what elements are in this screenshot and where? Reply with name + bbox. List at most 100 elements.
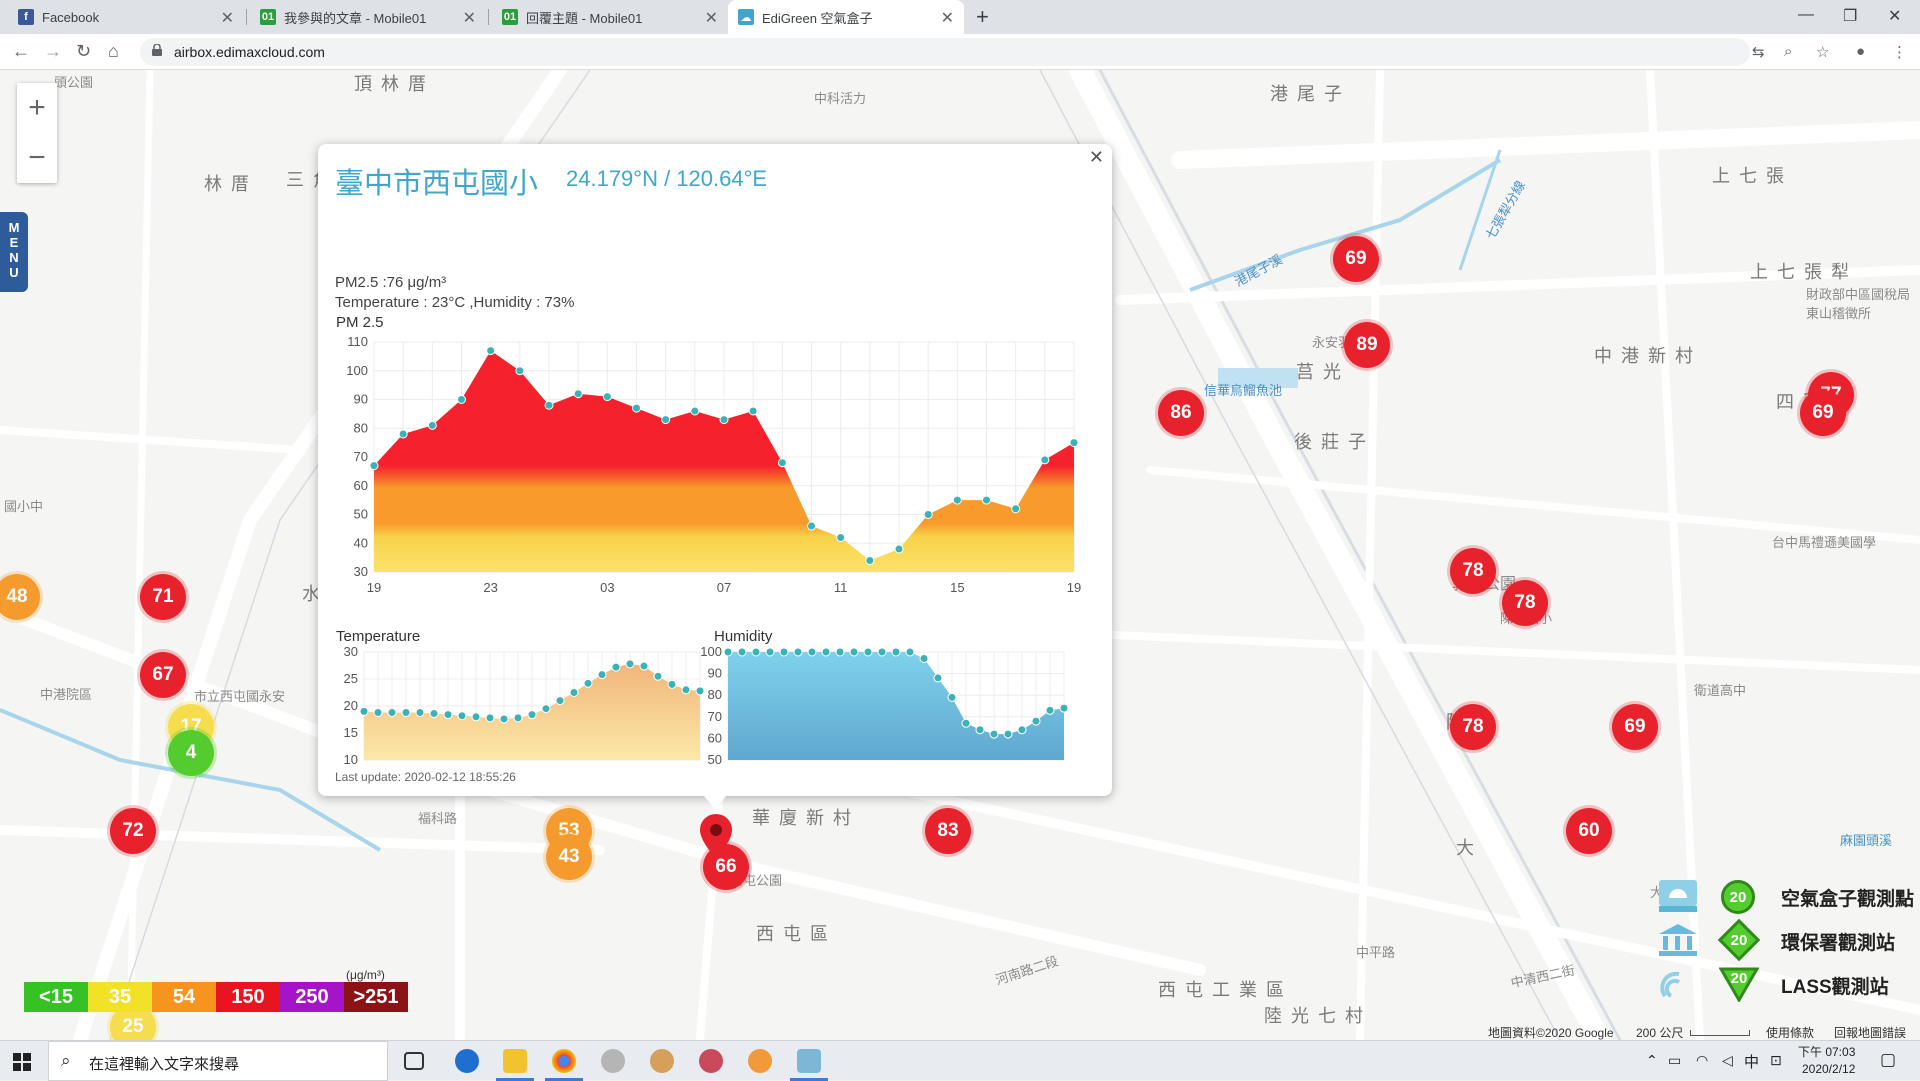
data-point[interactable] xyxy=(429,709,439,719)
data-point[interactable] xyxy=(583,678,593,688)
data-point[interactable] xyxy=(398,429,408,439)
minimize-icon[interactable]: — xyxy=(1798,6,1814,24)
back-icon[interactable]: ← xyxy=(12,41,30,62)
tab-mobile01-articles[interactable]: 01 我參與的文章 - Mobile01 ✕ xyxy=(250,0,486,34)
data-point[interactable] xyxy=(836,533,846,542)
data-point[interactable] xyxy=(1011,504,1021,514)
data-point[interactable] xyxy=(667,679,677,689)
data-point[interactable] xyxy=(793,647,803,657)
data-point[interactable] xyxy=(1045,705,1055,715)
data-point[interactable] xyxy=(989,729,999,739)
data-point[interactable] xyxy=(919,653,929,663)
data-point[interactable] xyxy=(835,647,845,657)
data-point[interactable] xyxy=(443,710,453,720)
data-point[interactable] xyxy=(923,510,933,519)
close-tab-icon[interactable]: ✕ xyxy=(221,8,234,28)
data-point[interactable] xyxy=(1031,716,1041,726)
data-point[interactable] xyxy=(415,707,425,717)
data-point[interactable] xyxy=(1059,703,1069,713)
volume-icon[interactable]: ◁ xyxy=(1722,1052,1733,1069)
data-point[interactable] xyxy=(602,392,612,402)
map-canvas[interactable]: 頂 林 厝 中科活力 港 尾 子 上 七 張 林 厝 三 角 上 七 張 犁 中… xyxy=(0,70,1920,1040)
data-point[interactable] xyxy=(807,521,816,531)
data-point[interactable] xyxy=(373,707,383,717)
data-point[interactable] xyxy=(751,647,761,657)
network-icon[interactable]: ◠ xyxy=(1696,1052,1708,1069)
zoom-in-button[interactable]: + xyxy=(17,83,57,133)
data-point[interactable] xyxy=(865,556,875,565)
data-point[interactable] xyxy=(471,712,481,722)
data-point[interactable] xyxy=(359,706,369,716)
more-menu-icon[interactable]: ⋮ xyxy=(1892,43,1907,61)
sensor-marker[interactable]: 78 xyxy=(1450,548,1496,594)
data-point[interactable] xyxy=(1069,438,1079,448)
notifications-icon[interactable]: ▢ xyxy=(1880,1050,1896,1070)
location-pin-icon[interactable] xyxy=(700,814,732,858)
translate-icon[interactable]: ⇆ xyxy=(1752,43,1765,61)
data-point[interactable] xyxy=(632,403,641,413)
report-error-link[interactable]: 回報地圖錯誤 xyxy=(1834,1024,1906,1040)
edge-icon[interactable] xyxy=(455,1049,479,1073)
data-point[interactable] xyxy=(681,685,691,695)
bookmark-star-icon[interactable]: ☆ xyxy=(1816,43,1829,61)
data-point[interactable] xyxy=(1003,729,1013,739)
data-point[interactable] xyxy=(513,713,523,723)
data-point[interactable] xyxy=(765,647,775,657)
address-bar[interactable]: airbox.edimaxcloud.com xyxy=(140,38,1750,66)
data-point[interactable] xyxy=(947,692,957,702)
sensor-marker[interactable]: 60 xyxy=(1566,808,1612,854)
data-point[interactable] xyxy=(863,647,873,657)
sensor-marker[interactable]: 78 xyxy=(1502,580,1548,626)
chrome-icon[interactable] xyxy=(552,1049,576,1073)
app-icon[interactable] xyxy=(601,1049,625,1073)
close-popup-button[interactable]: ✕ xyxy=(1089,147,1104,168)
sensor-marker[interactable]: 67 xyxy=(140,652,186,698)
data-point[interactable] xyxy=(527,710,537,720)
data-point[interactable] xyxy=(457,395,466,404)
data-point[interactable] xyxy=(821,647,831,657)
data-point[interactable] xyxy=(611,662,621,672)
windows-start-icon[interactable] xyxy=(13,1053,31,1071)
sensor-marker[interactable]: 4 xyxy=(168,730,214,776)
tab-facebook[interactable]: f Facebook ✕ xyxy=(8,0,244,34)
sensor-marker[interactable]: 69 xyxy=(1612,704,1658,750)
data-point[interactable] xyxy=(690,406,700,416)
data-point[interactable] xyxy=(975,725,985,735)
data-point[interactable] xyxy=(499,714,509,724)
keyboard-icon[interactable]: ⊡ xyxy=(1770,1052,1782,1069)
data-point[interactable] xyxy=(555,696,565,706)
data-point[interactable] xyxy=(486,346,496,356)
data-point[interactable] xyxy=(719,415,729,425)
data-point[interactable] xyxy=(639,661,649,671)
tab-mobile01-reply[interactable]: 01 回覆主題 - Mobile01 ✕ xyxy=(492,0,728,34)
close-window-icon[interactable]: ✕ xyxy=(1888,6,1901,26)
data-point[interactable] xyxy=(737,647,747,657)
tab-edigreen[interactable]: ☁ EdiGreen 空氣盒子 ✕ xyxy=(728,0,964,34)
data-point[interactable] xyxy=(653,671,663,681)
data-point[interactable] xyxy=(891,647,901,657)
data-point[interactable] xyxy=(777,458,787,468)
file-explorer-icon[interactable] xyxy=(503,1049,527,1073)
data-point[interactable] xyxy=(369,461,379,471)
data-point[interactable] xyxy=(661,415,671,425)
data-point[interactable] xyxy=(427,420,437,430)
blender-icon[interactable] xyxy=(748,1049,772,1073)
reload-icon[interactable]: ↻ xyxy=(76,41,91,62)
zoom-icon[interactable]: ⌕ xyxy=(1784,43,1792,60)
app-icon[interactable] xyxy=(699,1049,723,1073)
data-point[interactable] xyxy=(1017,725,1027,735)
taskbar-clock[interactable]: 下午 07:03 2020/2/12 xyxy=(1798,1044,1855,1078)
close-tab-icon[interactable]: ✕ xyxy=(463,8,476,28)
sensor-marker[interactable]: 71 xyxy=(140,574,186,620)
taskbar-search-box[interactable]: ⌕ 在這裡輸入文字來搜尋 xyxy=(48,1041,388,1081)
data-point[interactable] xyxy=(515,366,525,376)
zoom-out-button[interactable]: − xyxy=(17,133,57,183)
data-point[interactable] xyxy=(894,544,904,554)
data-point[interactable] xyxy=(982,495,991,505)
data-point[interactable] xyxy=(625,659,635,669)
data-point[interactable] xyxy=(401,707,411,717)
close-tab-icon[interactable]: ✕ xyxy=(705,8,718,28)
sensor-marker[interactable]: 43 xyxy=(546,834,592,880)
task-view-icon[interactable] xyxy=(404,1052,424,1070)
data-point[interactable] xyxy=(723,647,733,657)
